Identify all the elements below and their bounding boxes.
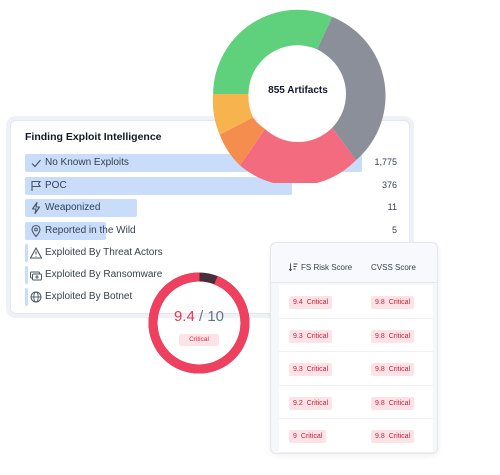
table-row[interactable]: 9.3 Critical 9.8 Critical [279, 319, 433, 352]
cvss-score-label: Critical [388, 399, 411, 407]
warning-icon [29, 246, 43, 260]
intel-row-weaponized[interactable]: Weaponized 11 [25, 199, 397, 217]
fs-score-label: Critical [306, 332, 329, 340]
intel-bar [25, 288, 28, 306]
fs-score-pill: 9 Critical [289, 430, 327, 443]
intel-row-reported-in-the-wild[interactable]: Reported in the Wild 5 [25, 222, 397, 240]
intel-label: Weaponized [45, 202, 101, 213]
cvss-score-header[interactable]: CVSS Score [371, 263, 416, 272]
fs-score-value: 9.3 [293, 366, 303, 373]
table-row[interactable]: 9 Critical 9.8 Critical [279, 419, 433, 453]
cvss-score-pill: 9.8 Critical [371, 363, 415, 376]
check-icon [29, 156, 43, 170]
score-table-card: FS Risk Score CVSS Score 9.4 Critical 9.8… [270, 242, 438, 454]
fs-score-label: Critical [306, 299, 329, 306]
score-table-header: FS Risk Score CVSS Score [271, 243, 437, 283]
cvss-score-value: 9.8 [375, 299, 385, 306]
fs-score-label: Critical [306, 399, 329, 407]
cvss-score-pill: 9.8 Critical [371, 396, 415, 410]
ring-severity-badge: Critical [179, 334, 219, 346]
intel-label: Exploited By Botnet [45, 291, 133, 302]
intel-bar [25, 266, 28, 284]
intel-label: Reported in the Wild [45, 225, 136, 236]
card-title: Finding Exploit Intelligence [25, 131, 162, 143]
cvss-score-value: 9.8 [375, 433, 385, 440]
fs-score-pill: 9.3 Critical [289, 329, 333, 343]
fs-score-pill: 9.3 Critical [289, 363, 333, 376]
fs-risk-score-label: FS Risk Score [301, 263, 353, 272]
fs-score-value: 9.2 [293, 399, 303, 407]
location-pin-icon [29, 224, 43, 238]
cvss-score-value: 9.8 [375, 366, 385, 373]
ring-score-value: 9.4 [173, 308, 195, 325]
score-table-body: 9.4 Critical 9.8 Critical 9.3 Critical 9.8 C… [279, 285, 433, 453]
table-row[interactable]: 9.4 Critical 9.8 Critical [279, 285, 433, 319]
fs-score-pill: 9.4 Critical [289, 296, 333, 309]
fs-risk-score-header[interactable]: FS Risk Score [289, 263, 352, 272]
ring-score-max: / 10 [199, 308, 225, 325]
intel-label: POC [45, 180, 67, 191]
cvss-score-pill: 9.8 Critical [371, 296, 415, 309]
cvss-score-label: Critical [388, 366, 411, 373]
ring-score-text: 9.4 / 10 [147, 308, 251, 325]
cvss-score-pill: 9.8 Critical [371, 329, 415, 343]
fs-score-label: Critical [306, 366, 329, 373]
cvss-score-value: 9.8 [375, 332, 385, 340]
bolt-icon [29, 201, 43, 215]
table-row[interactable]: 9.2 Critical 9.8 Critical [279, 386, 433, 419]
risk-score-ring: 9.4 / 10 Critical [147, 271, 251, 375]
cvss-score-label: Critical [388, 299, 411, 306]
cvss-score-pill: 9.8 Critical [371, 430, 415, 443]
intel-bar [25, 244, 28, 262]
cvss-score-value: 9.8 [375, 399, 385, 407]
donut-center-label: 855 Artifacts [268, 85, 328, 96]
intel-label: No Known Exploits [45, 157, 129, 168]
sort-icon [289, 263, 298, 271]
intel-label: Exploited By Ransomware [45, 269, 163, 280]
fs-score-label: Critical [300, 433, 323, 440]
intel-label: Exploited By Threat Actors [45, 247, 163, 258]
ransomware-icon [29, 268, 43, 282]
cvss-score-label: Critical [388, 433, 411, 440]
fs-score-pill: 9.2 Critical [289, 396, 333, 410]
fs-score-value: 9.4 [293, 299, 303, 306]
intel-value: 5 [391, 225, 397, 235]
fs-score-value: 9 [293, 433, 297, 440]
cvss-score-label: Critical [388, 332, 411, 340]
globe-icon [29, 290, 43, 304]
table-row[interactable]: 9.3 Critical 9.8 Critical [279, 352, 433, 386]
artifacts-donut: 855 Artifacts [210, 5, 386, 183]
intel-value: 11 [387, 202, 397, 212]
fs-score-value: 9.3 [293, 332, 303, 340]
flag-icon [29, 179, 43, 193]
